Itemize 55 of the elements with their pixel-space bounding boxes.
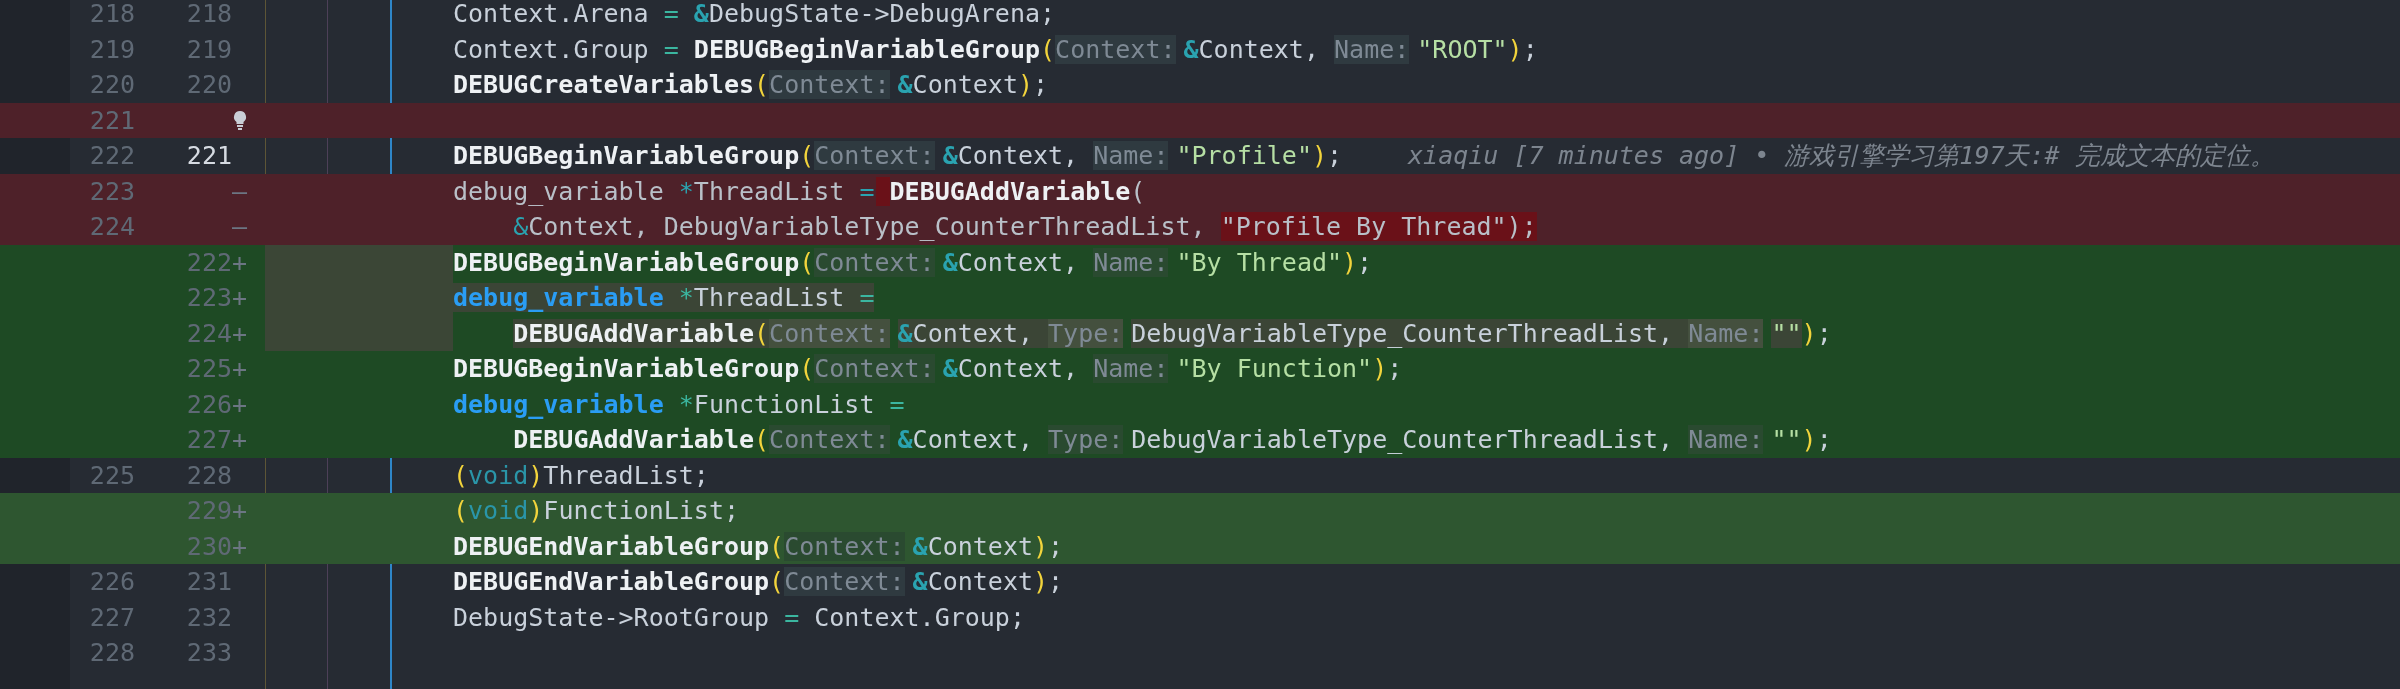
diff-marker: + bbox=[232, 496, 248, 526]
line-number: 220 bbox=[89, 70, 135, 100]
code-line: &Context, DebugVariableType_CounterThreadList, "Profile By Thread"); bbox=[512, 212, 1537, 242]
diff-marker: + bbox=[232, 354, 248, 384]
line-number: 218 bbox=[89, 0, 135, 29]
line-number: 220 bbox=[186, 70, 232, 100]
line-number: 224 bbox=[89, 212, 135, 242]
line-number: 231 bbox=[186, 567, 232, 597]
line-number: 228 bbox=[89, 638, 135, 668]
line-number: 221 bbox=[89, 105, 135, 135]
line-number: 225 bbox=[89, 460, 135, 490]
diff-marker: + bbox=[232, 247, 248, 277]
code-line: Context.Arena = &DebugState->DebugArena; bbox=[453, 0, 1056, 29]
code-line: DEBUGCreateVariables(Context: &Context); bbox=[453, 70, 1049, 100]
diff-marker: + bbox=[232, 318, 248, 348]
diff-marker: + bbox=[232, 531, 248, 561]
code-line: (void)ThreadList; bbox=[453, 460, 709, 490]
line-number: 219 bbox=[186, 34, 232, 64]
code-line: Context.Group = DEBUGBeginVariableGroup(Context: &Context, Name: "ROOT"); bbox=[453, 34, 1538, 64]
diff-marker: — bbox=[232, 176, 248, 206]
line-number: 222 bbox=[89, 141, 135, 171]
diff-marker: — bbox=[232, 212, 248, 242]
code-line: debug_variable *ThreadList = bbox=[453, 283, 875, 313]
code-line: DEBUGEndVariableGroup(Context: &Context); bbox=[453, 531, 1064, 561]
line-number: 229 bbox=[186, 496, 232, 526]
line-number: 222 bbox=[186, 247, 232, 277]
line-number: 219 bbox=[89, 34, 135, 64]
line-number: 225 bbox=[186, 354, 232, 384]
line-number: 221 bbox=[186, 141, 232, 171]
line-number: 224 bbox=[186, 318, 232, 348]
line-number: 226 bbox=[89, 567, 135, 597]
code-line: DEBUGBeginVariableGroup(Context: &Context, Name: "By Function"); bbox=[453, 354, 1403, 384]
line-number: 226 bbox=[186, 389, 232, 419]
diff-marker: + bbox=[232, 425, 248, 455]
line-number: 223 bbox=[89, 176, 135, 206]
code-line: DEBUGBeginVariableGroup(Context: &Context, Name: "Profile"); bbox=[453, 141, 1343, 171]
line-number: 227 bbox=[186, 425, 232, 455]
code-line: DEBUGAddVariable(Context: &Context, Type: DebugVariableType_CounterThreadList, Name: ""); bbox=[512, 425, 1832, 455]
line-number: 232 bbox=[186, 602, 232, 632]
code-line: (void)FunctionList; bbox=[453, 496, 739, 526]
diff-marker: + bbox=[232, 389, 248, 419]
code-line: DEBUGAddVariable(Context: &Context, Type: DebugVariableType_CounterThreadList, Name: ""); bbox=[453, 318, 1832, 348]
code-line: DEBUGBeginVariableGroup(Context: &Context, Name: "By Thread"); bbox=[453, 247, 1373, 277]
line-number: 218 bbox=[186, 0, 232, 29]
diff-marker: + bbox=[232, 283, 248, 313]
line-number: 228 bbox=[186, 460, 232, 490]
code-line: debug_variable *FunctionList = bbox=[453, 389, 905, 419]
line-number: 223 bbox=[186, 283, 232, 313]
lightbulb-icon[interactable] bbox=[232, 110, 248, 131]
line-number: 227 bbox=[89, 602, 135, 632]
line-number: 230 bbox=[186, 531, 232, 561]
code-line: DEBUGEndVariableGroup(Context: &Context); bbox=[453, 567, 1064, 597]
code-line: DebugState->RootGroup = Context.Group; bbox=[453, 602, 1025, 632]
blame-annotation: xiaqiu [7 minutes ago] • 游戏引擎学习第197天:# 完成文本的定位。 bbox=[1408, 140, 2275, 173]
line-number: 233 bbox=[186, 638, 232, 668]
